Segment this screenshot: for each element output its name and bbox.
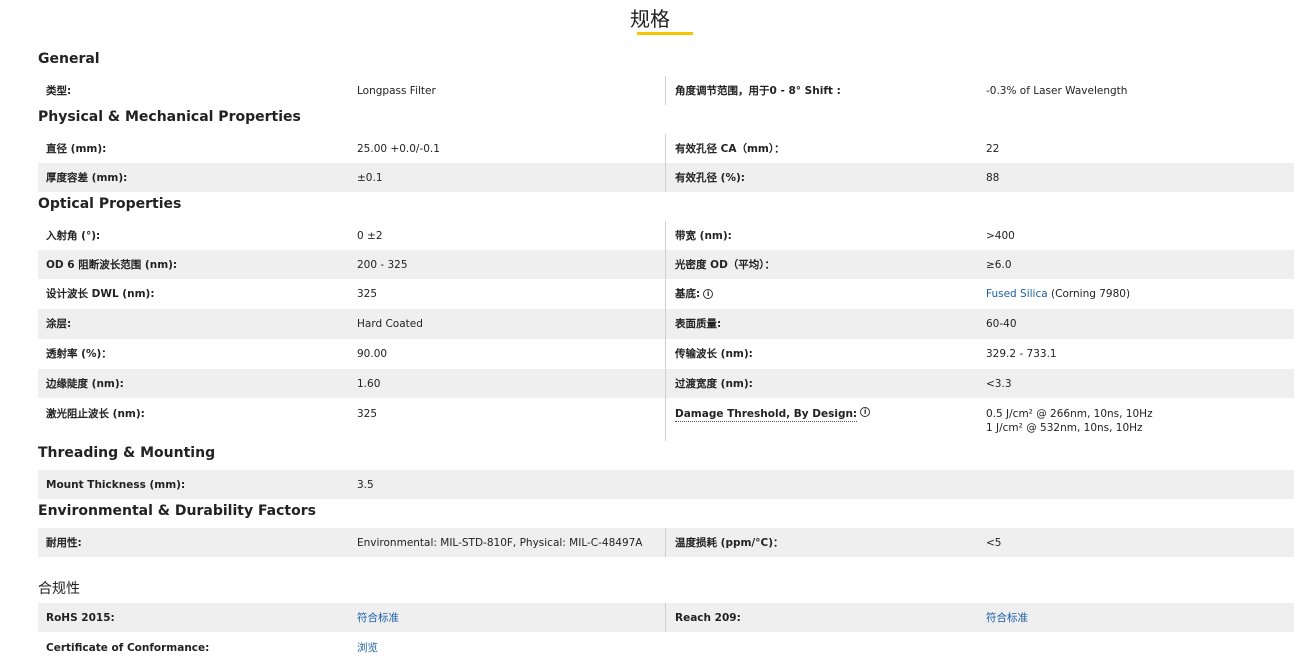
spec-label: 设计波长 DWL (nm): bbox=[46, 288, 155, 300]
spec-value-damage: 0.5 J/cm² @ 266nm, 10ns, 10Hz 1 J/cm² @ … bbox=[986, 398, 1286, 441]
column-divider bbox=[665, 398, 666, 441]
spec-label: 表面质量: bbox=[675, 318, 722, 330]
spec-value: 200 - 325 bbox=[357, 258, 408, 271]
info-icon[interactable]: i bbox=[703, 289, 714, 299]
spec-label: 直径 (mm): bbox=[46, 142, 107, 155]
spec-label: 传输波长 (nm): bbox=[675, 348, 753, 360]
spec-row-thickness-tolerance: 厚度容差 (mm): ±0.1 有效孔径 (%): 88 bbox=[38, 163, 1294, 192]
spec-value: ≥6.0 bbox=[986, 258, 1012, 271]
spec-label-damage: Damage Threshold, By Design: i bbox=[675, 398, 975, 441]
title-underline bbox=[637, 32, 693, 35]
spec-value: 60-40 bbox=[986, 318, 1017, 330]
spec-row-durability: 耐用性: Environmental: MIL-STD-810F, Physic… bbox=[38, 528, 1294, 557]
spec-value: ±0.1 bbox=[357, 171, 383, 184]
section-environmental: Environmental & Durability Factors bbox=[38, 503, 316, 519]
damage-threshold-label[interactable]: Damage Threshold, By Design: bbox=[675, 407, 858, 422]
spec-label: 有效孔径 (%): bbox=[675, 171, 745, 184]
spec-label: Certificate of Conformance: bbox=[46, 641, 210, 654]
column-divider bbox=[665, 163, 666, 192]
column-divider bbox=[665, 250, 666, 279]
spec-row-blocking: 激光阻止波长 (nm): 325 Damage Threshold, By De… bbox=[38, 398, 1294, 441]
spec-value: <5 bbox=[986, 536, 1002, 549]
column-divider bbox=[665, 528, 666, 557]
spec-label: OD 6 阻断波长范围 (nm): bbox=[46, 258, 178, 271]
spec-label: 入射角 (°): bbox=[46, 229, 101, 242]
spec-label: 耐用性: bbox=[46, 536, 82, 549]
section-general: General bbox=[38, 51, 100, 67]
spec-value: Hard Coated bbox=[357, 318, 423, 330]
spec-row-od-range: OD 6 阻断波长范围 (nm): 200 - 325 光密度 OD（平均）： … bbox=[38, 250, 1294, 279]
spec-value: 1.60 bbox=[357, 377, 381, 390]
spec-value: Environmental: MIL-STD-810F, Physical: M… bbox=[357, 536, 643, 549]
spec-row-transmission: 透射率 (%)： 90.00 传输波长 (nm): 329.2 - 733.1 bbox=[38, 339, 1294, 369]
column-divider bbox=[665, 134, 666, 163]
spec-value: 22 bbox=[986, 142, 1000, 155]
spec-row-mount-thickness: Mount Thickness (mm): 3.5 bbox=[38, 470, 1294, 499]
column-divider bbox=[665, 76, 666, 105]
rohs-link[interactable]: 符合标准 bbox=[357, 603, 657, 632]
spec-label-substrate: 基底: i bbox=[675, 279, 975, 309]
spec-label: RoHS 2015: bbox=[46, 611, 115, 624]
compliance-row-rohs: RoHS 2015: 符合标准 Reach 209: 符合标准 bbox=[38, 603, 1294, 632]
spec-value: 25.00 +0.0/-0.1 bbox=[357, 142, 440, 155]
column-divider bbox=[665, 369, 666, 398]
section-optical: Optical Properties bbox=[38, 196, 182, 212]
spec-label: 过渡宽度 (nm): bbox=[675, 377, 753, 390]
column-divider bbox=[665, 279, 666, 309]
spec-label: 温度损耗 (ppm/°C)： bbox=[675, 536, 784, 549]
spec-row-coating: 涂层: Hard Coated 表面质量: 60-40 bbox=[38, 309, 1294, 339]
damage-value-line: 1 J/cm² @ 532nm, 10ns, 10Hz bbox=[986, 422, 1143, 434]
spec-label: 涂层: bbox=[46, 318, 72, 330]
certificate-view-link[interactable]: 浏览 bbox=[357, 633, 657, 662]
spec-label: 透射率 (%)： bbox=[46, 348, 112, 360]
spec-value: Longpass Filter bbox=[357, 84, 436, 97]
damage-value-line: 0.5 J/cm² @ 266nm, 10ns, 10Hz bbox=[986, 408, 1153, 420]
column-divider bbox=[665, 339, 666, 369]
info-icon[interactable]: i bbox=[860, 407, 871, 417]
spec-value: -0.3% of Laser Wavelength bbox=[986, 84, 1128, 97]
substrate-detail: (Corning 7980) bbox=[1047, 288, 1131, 300]
section-compliance: 合规性 bbox=[38, 581, 80, 597]
spec-value: 88 bbox=[986, 171, 1000, 184]
spec-label: 厚度容差 (mm): bbox=[46, 171, 128, 184]
spec-label: 角度调节范围，用于0 - 8° Shift : bbox=[675, 84, 841, 97]
spec-label: 激光阻止波长 (nm): bbox=[46, 408, 145, 420]
spec-label: 有效孔径 CA（mm）： bbox=[675, 142, 785, 155]
spec-value: >400 bbox=[986, 229, 1015, 242]
spec-label: 边缘陡度 (nm): bbox=[46, 377, 124, 390]
reach-link[interactable]: 符合标准 bbox=[986, 603, 1286, 632]
spec-value: 325 bbox=[357, 408, 378, 420]
spec-value: 325 bbox=[357, 288, 378, 300]
page-title: 规格 bbox=[630, 7, 670, 31]
spec-label: 类型: bbox=[46, 84, 72, 97]
column-divider bbox=[665, 603, 666, 632]
spec-label: 光密度 OD（平均）： bbox=[675, 258, 776, 271]
spec-value: <3.3 bbox=[986, 377, 1012, 390]
column-divider bbox=[665, 221, 666, 250]
substrate-label: 基底: bbox=[675, 288, 701, 300]
spec-value-substrate: Fused Silica (Corning 7980) bbox=[986, 279, 1286, 309]
fused-silica-link[interactable]: Fused Silica bbox=[986, 287, 1048, 301]
spec-value: 90.00 bbox=[357, 348, 388, 360]
spec-value: 3.5 bbox=[357, 478, 374, 491]
spec-row-type: 类型: Longpass Filter 角度调节范围，用于0 - 8° Shif… bbox=[38, 76, 1294, 105]
spec-row-edge-steepness: 边缘陡度 (nm): 1.60 过渡宽度 (nm): <3.3 bbox=[38, 369, 1294, 398]
compliance-row-certificate: Certificate of Conformance: 浏览 bbox=[38, 633, 1294, 662]
spec-row-dwl: 设计波长 DWL (nm): 325 基底: i Fused Silica (C… bbox=[38, 279, 1294, 309]
spec-label: Reach 209: bbox=[675, 611, 741, 624]
spec-label: 带宽 (nm): bbox=[675, 229, 732, 242]
spec-value: 0 ±2 bbox=[357, 229, 383, 242]
section-physical: Physical & Mechanical Properties bbox=[38, 109, 301, 125]
specifications-page: 规格 General 类型: Longpass Filter 角度调节范围，用于… bbox=[0, 0, 1300, 672]
spec-row-diameter: 直径 (mm): 25.00 +0.0/-0.1 有效孔径 CA（mm）： 22 bbox=[38, 134, 1294, 163]
column-divider bbox=[665, 309, 666, 339]
spec-value: 329.2 - 733.1 bbox=[986, 348, 1057, 360]
section-threading: Threading & Mounting bbox=[38, 445, 216, 461]
spec-row-aoi: 入射角 (°): 0 ±2 带宽 (nm): >400 bbox=[38, 221, 1294, 250]
spec-label: Mount Thickness (mm): bbox=[46, 478, 186, 491]
